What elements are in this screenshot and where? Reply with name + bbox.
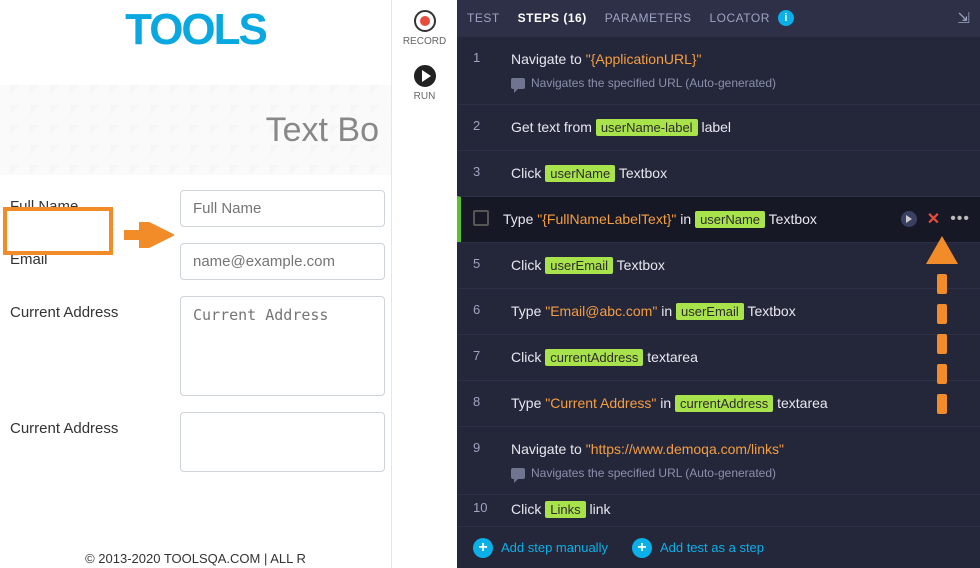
current-address-input-2[interactable] [180, 412, 385, 472]
add-test-label: Add test as a step [660, 540, 764, 555]
collapse-icon[interactable]: ⇲ [957, 9, 970, 27]
step-body: Click Links link [511, 499, 970, 520]
more-icon[interactable]: ••• [950, 210, 970, 228]
step-actions: ✕ ••• [901, 209, 970, 229]
step-checkbox[interactable] [473, 210, 489, 226]
current-address-label: Current Address [10, 296, 180, 321]
hero-banner: Text Bo [0, 85, 391, 175]
step-body: Navigate to "https://www.demoqa.com/link… [511, 439, 970, 482]
current-address-input[interactable] [180, 296, 385, 396]
comment-icon [511, 78, 525, 89]
step-body: Click userName Textbox [511, 163, 970, 184]
copyright: © 2013-2020 TOOLSQA.COM | ALL R [0, 551, 391, 566]
step-body: Navigate to "{ApplicationURL}" Navigates… [511, 49, 970, 92]
demo-header: TOOLS [0, 0, 391, 55]
step-body: Get text from userName-label label [511, 117, 970, 138]
step-body: Click userEmail Textbox [511, 255, 970, 276]
demo-application: TOOLS Text Bo Full Name Email Current Ad… [0, 0, 391, 568]
step-row[interactable]: 8 Type "Current Address" in currentAddre… [457, 380, 980, 426]
annotation-arrow [926, 236, 958, 414]
add-test-button[interactable]: + Add test as a step [632, 538, 764, 558]
step-number: 6 [473, 301, 497, 317]
step-row[interactable]: 6 Type "Email@abc.com" in userEmail Text… [457, 288, 980, 334]
step-number: 2 [473, 117, 497, 133]
tab-locator[interactable]: LOCATOR [710, 11, 770, 25]
step-row-selected[interactable]: Type "{FullNameLabelText}" in userName T… [457, 196, 980, 242]
add-step-button[interactable]: + Add step manually [473, 538, 608, 558]
row-current-address: Current Address [10, 296, 391, 396]
full-name-input[interactable] [180, 190, 385, 227]
tab-test[interactable]: TEST [467, 11, 500, 25]
comment-icon [511, 468, 525, 479]
record-button[interactable]: RECORD [403, 10, 446, 47]
play-icon [414, 65, 436, 87]
recorder-toolbar: RECORD RUN [391, 0, 457, 568]
tab-steps[interactable]: STEPS (16) [518, 11, 587, 25]
step-body: Type "{FullNameLabelText}" in userName T… [503, 209, 901, 230]
step-row[interactable]: 9 Navigate to "https://www.demoqa.com/li… [457, 426, 980, 494]
steps-list: 1 Navigate to "{ApplicationURL}" Navigat… [457, 36, 980, 526]
record-icon [414, 10, 436, 32]
step-body: Type "Email@abc.com" in userEmail Textbo… [511, 301, 970, 322]
add-step-label: Add step manually [501, 540, 608, 555]
plus-icon: + [473, 538, 493, 558]
play-step-icon[interactable] [901, 211, 917, 227]
step-row[interactable]: 1 Navigate to "{ApplicationURL}" Navigat… [457, 36, 980, 104]
run-button[interactable]: RUN [414, 65, 436, 102]
step-row[interactable]: 10 Click Links link [457, 494, 980, 526]
delete-step-icon[interactable]: ✕ [927, 209, 940, 229]
plus-icon: + [632, 538, 652, 558]
info-icon[interactable]: i [778, 10, 794, 26]
highlight-box [3, 207, 113, 255]
page-title: Text Bo [266, 111, 379, 150]
steps-panel: TEST STEPS (16) PARAMETERS LOCATOR i ⇲ 1… [457, 0, 980, 568]
step-number: 10 [473, 499, 497, 515]
current-address-label-2: Current Address [10, 412, 180, 437]
step-number: 3 [473, 163, 497, 179]
step-number: 1 [473, 49, 497, 65]
panel-tabs: TEST STEPS (16) PARAMETERS LOCATOR i ⇲ [457, 0, 980, 36]
arrow-head-icon [926, 236, 958, 264]
tab-parameters[interactable]: PARAMETERS [605, 11, 692, 25]
step-number: 8 [473, 393, 497, 409]
step-body: Click currentAddress textarea [511, 347, 970, 368]
logo: TOOLS [125, 5, 266, 54]
step-row[interactable]: 5 Click userEmail Textbox [457, 242, 980, 288]
step-number: 9 [473, 439, 497, 455]
step-row[interactable]: 7 Click currentAddress textarea [457, 334, 980, 380]
footer-actions: + Add step manually + Add test as a step [457, 526, 980, 568]
arrow-icon [124, 222, 174, 248]
run-label: RUN [414, 91, 436, 102]
row-current-address-2: Current Address [10, 412, 391, 472]
record-label: RECORD [403, 36, 446, 47]
step-number: 5 [473, 255, 497, 271]
step-row[interactable]: 2 Get text from userName-label label [457, 104, 980, 150]
step-body: Type "Current Address" in currentAddress… [511, 393, 970, 414]
step-number: 7 [473, 347, 497, 363]
step-row[interactable]: 3 Click userName Textbox [457, 150, 980, 196]
email-input[interactable] [180, 243, 385, 280]
